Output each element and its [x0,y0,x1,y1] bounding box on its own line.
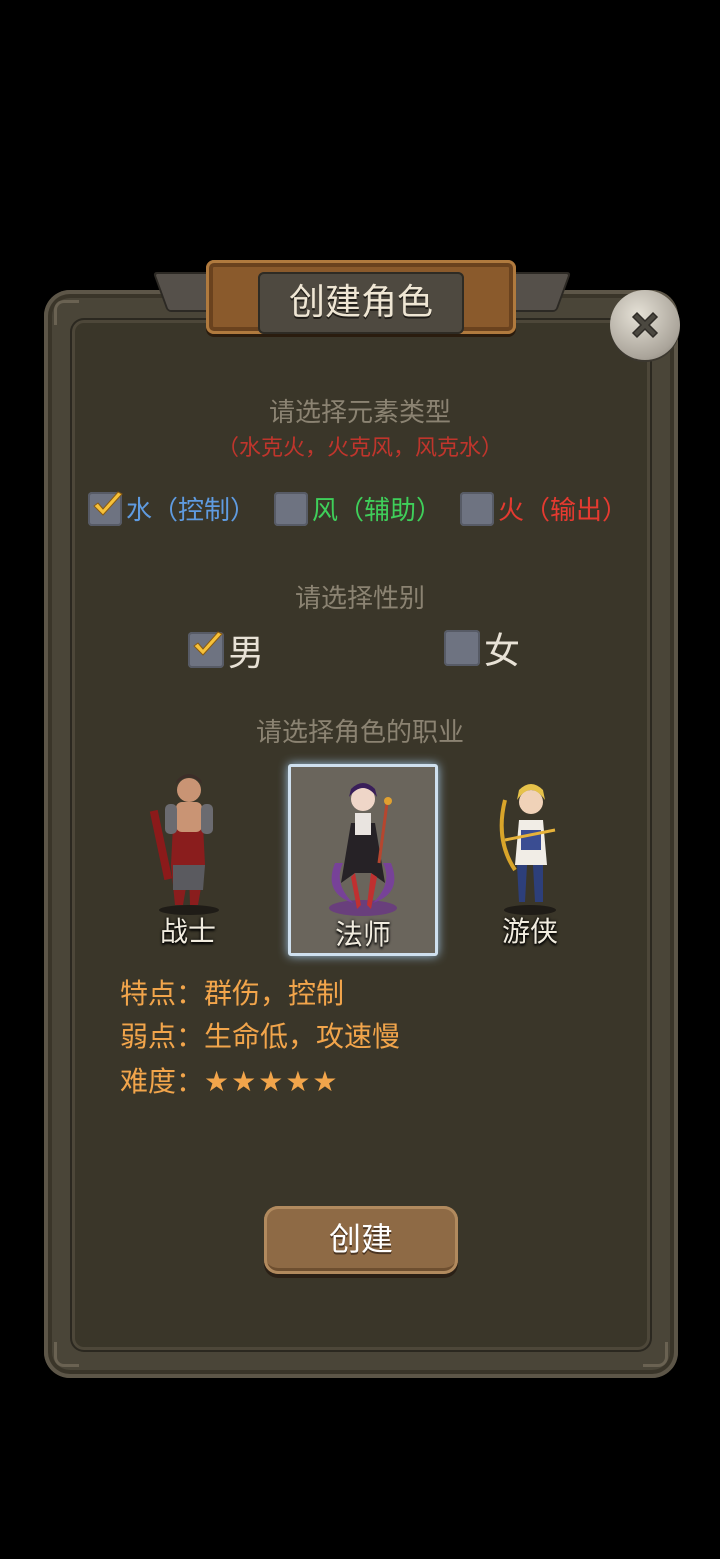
class-difficulty: 难度：★★★★★ [120,1060,340,1100]
difficulty-label: 难度： [120,1065,205,1098]
class-weakness: 弱点：生命低，攻速慢 [120,1020,401,1053]
element-option-label: 火（输出） [498,496,629,526]
gender-option-female[interactable]: 女 [444,622,520,674]
checkbox[interactable] [274,491,308,526]
checkmark-icon [93,490,123,516]
class-name: 游侠 [501,915,558,948]
checkmark-icon [193,631,223,656]
warrior-portrait [149,774,219,915]
element-option-wind[interactable]: 风（辅助） [274,490,442,527]
class-name: 战士 [159,915,216,948]
create-button[interactable]: 创建 [264,1206,458,1274]
ranger-portrait [499,784,556,915]
class-name: 法师 [334,918,391,951]
gender-option-label: 女 [484,631,521,672]
checkbox[interactable] [88,490,123,526]
gender-prompt: 请选择性别 [294,584,425,614]
element-option-fire[interactable]: 火（输出） [460,490,628,527]
class-traits: 特点：群伤，控制 [120,977,345,1010]
class-option-mage[interactable]: 法师 [288,764,438,956]
frame-corner-ornament [54,300,79,325]
gender-option-label: 男 [228,633,265,674]
class-option-ranger[interactable]: 游侠 [458,764,602,950]
checkbox[interactable] [460,491,494,526]
checkbox[interactable] [188,631,224,668]
element-option-label: 风（辅助） [312,496,443,526]
element-prompt: 请选择元素类型 [268,398,451,428]
dialog-title: 创建角色 [288,282,433,323]
close-x-icon [631,311,659,339]
frame-corner-ornament [54,1342,79,1367]
element-counter-hint: （水克火，火克风，风克水） [216,436,503,461]
element-option-label: 水（控制） [126,496,257,526]
element-option-water[interactable]: 水（控制） [88,490,256,527]
difficulty-stars: ★★★★★ [204,1065,340,1098]
checkbox[interactable] [444,630,480,666]
gender-option-male[interactable]: 男 [188,624,264,676]
mage-portrait [329,783,397,916]
class-prompt: 请选择角色的职业 [255,718,464,748]
class-option-warrior[interactable]: 战士 [116,764,260,950]
close-button[interactable] [610,290,680,360]
frame-corner-ornament [643,1342,668,1367]
